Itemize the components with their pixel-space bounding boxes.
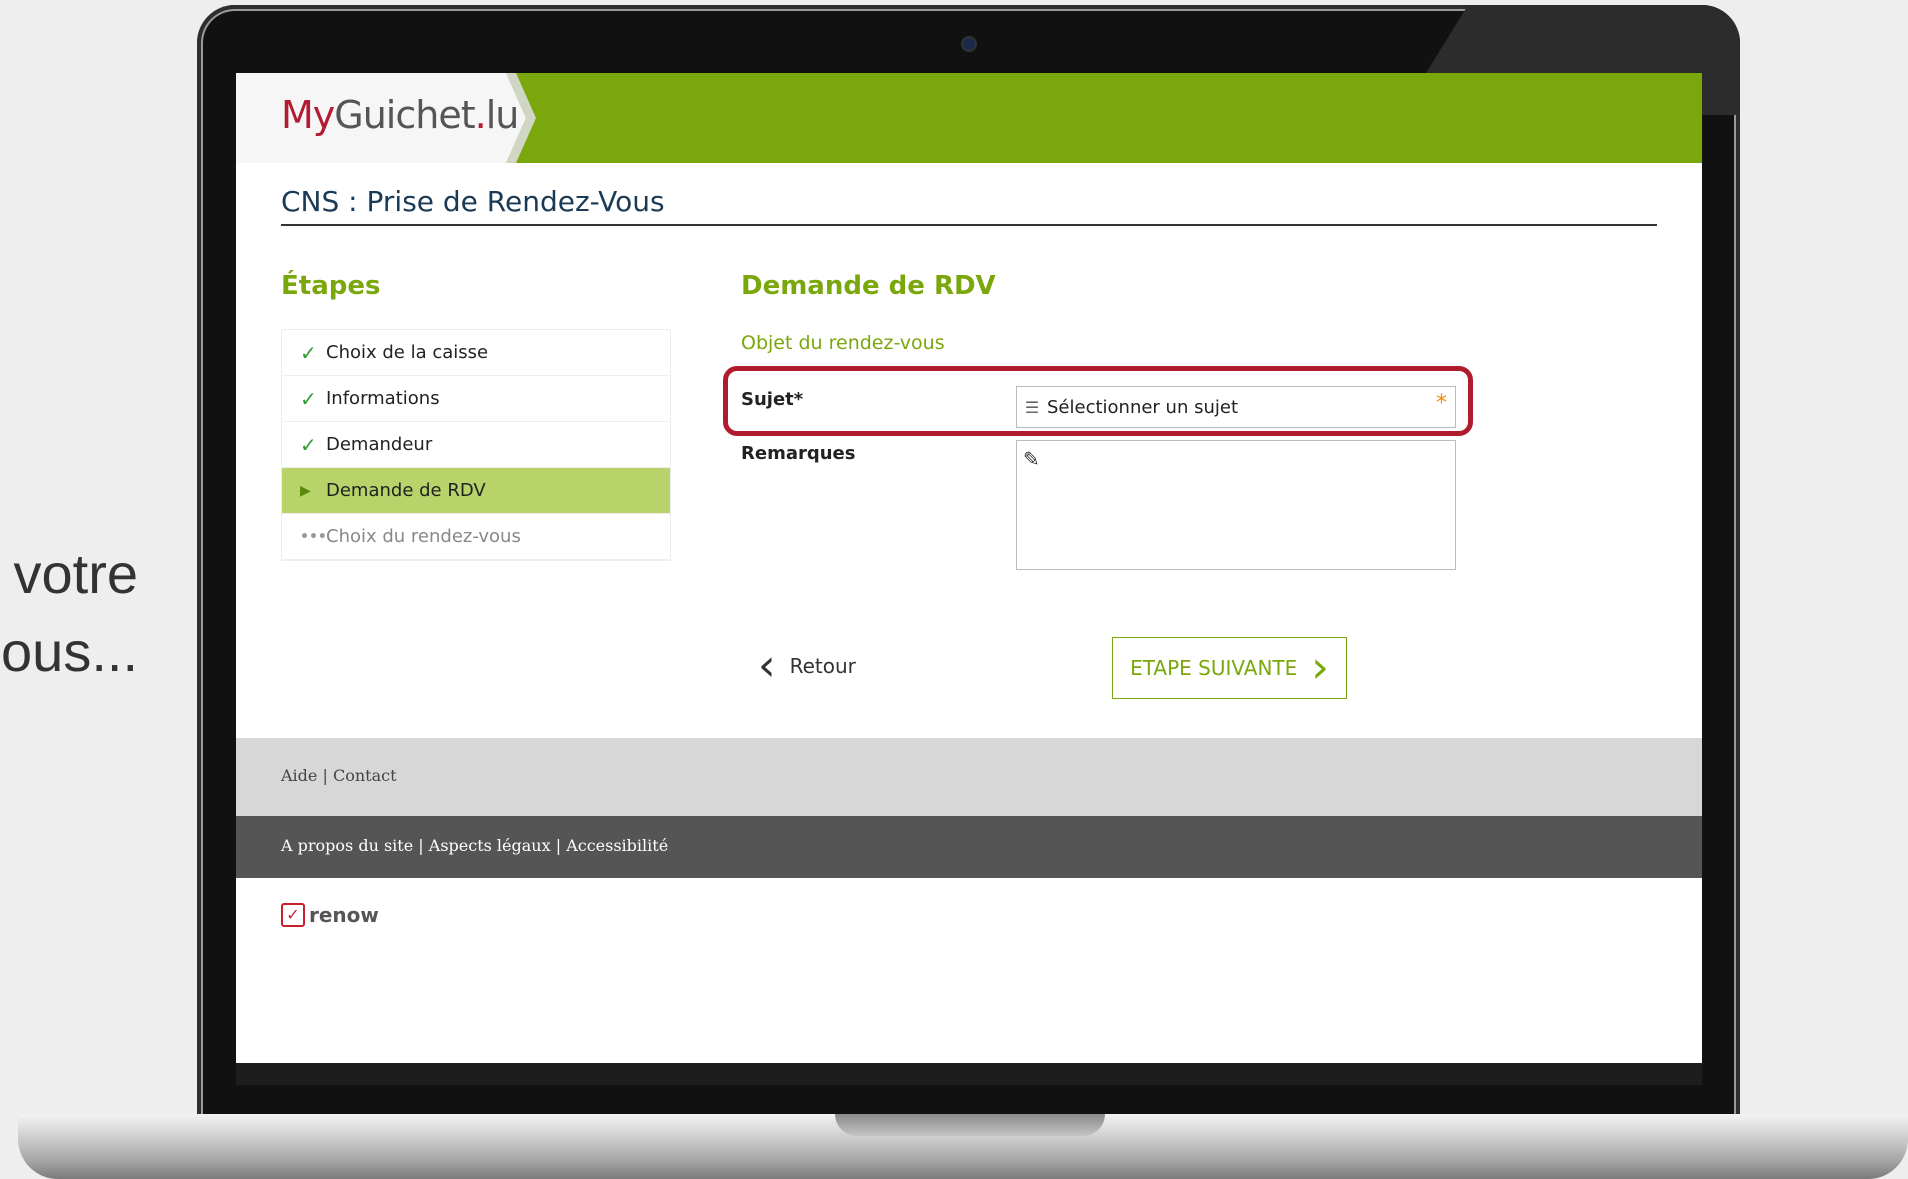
back-button[interactable]: ‹ Retour [758, 640, 856, 691]
step-label: Demande de RDV [326, 480, 486, 501]
step-label: Informations [326, 388, 440, 409]
step-choix-rendez-vous: ••• Choix du rendez-vous [282, 514, 670, 560]
footer-link-aide[interactable]: Aide [281, 766, 317, 785]
laptop-screen: MyGuichet.lu CNS : Prise de Rendez-Vous … [236, 73, 1702, 1063]
footer-link-contact[interactable]: Contact [333, 766, 397, 785]
renow-logo[interactable]: ✓ renow [281, 903, 379, 927]
remarks-label: Remarques [741, 443, 856, 464]
check-icon: ✓ [300, 432, 317, 457]
side-caption-line-1: votre [13, 542, 139, 605]
site-logo[interactable]: MyGuichet.lu [281, 93, 520, 137]
laptop-notch [835, 1114, 1105, 1136]
subject-highlight-frame [723, 366, 1473, 436]
steps-list: ✓ Choix de la caisse ✓ Informations ✓ De… [281, 329, 671, 561]
camera-icon [963, 38, 975, 50]
footer-link-apropos[interactable]: A propos du site [281, 836, 413, 855]
logo-dot: . [474, 93, 487, 137]
footer-legal-links: A propos du site | Aspects légaux | Acce… [281, 836, 669, 855]
logo-guichet: Guichet [334, 93, 475, 137]
logo-box[interactable]: MyGuichet.lu [236, 73, 526, 163]
step-demande-rdv[interactable]: ▶ Demande de RDV [282, 468, 670, 514]
back-label: Retour [789, 654, 856, 678]
step-label: Choix du rendez-vous [326, 526, 521, 547]
form-title: Demande de RDV [741, 271, 996, 301]
checkbox-logo-icon: ✓ [281, 903, 305, 927]
step-informations[interactable]: ✓ Informations [282, 376, 670, 422]
side-caption-line-2: ous... [1, 620, 138, 683]
footer-legal-bar: A propos du site | Aspects légaux | Acce… [236, 816, 1702, 878]
steps-title: Étapes [281, 271, 381, 301]
remarks-textarea[interactable]: ✎ [1016, 440, 1456, 570]
footer-help-links: Aide | Contact [281, 766, 397, 785]
step-choix-caisse[interactable]: ✓ Choix de la caisse [282, 330, 670, 376]
chevron-right-icon: › [1311, 642, 1329, 693]
pencil-icon: ✎ [1023, 447, 1040, 471]
footer-link-legaux[interactable]: Aspects légaux [429, 836, 551, 855]
check-icon: ✓ [300, 386, 317, 411]
logo-lu: lu [485, 93, 520, 137]
ellipsis-icon: ••• [300, 528, 327, 545]
next-label: ETAPE SUIVANTE [1130, 656, 1298, 680]
logo-my: My [281, 93, 335, 137]
step-label: Demandeur [326, 434, 433, 455]
check-icon: ✓ [300, 340, 317, 365]
page-title: CNS : Prise de Rendez-Vous [281, 185, 665, 218]
footer-link-accessibilite[interactable]: Accessibilité [566, 836, 668, 855]
step-demandeur[interactable]: ✓ Demandeur [282, 422, 670, 468]
title-divider [281, 224, 1657, 226]
side-caption: votre ous... [0, 535, 200, 691]
chevron-left-icon: ‹ [758, 640, 776, 691]
form-subtitle: Objet du rendez-vous [741, 332, 945, 354]
next-step-button[interactable]: ETAPE SUIVANTE › [1112, 637, 1347, 699]
footer-help-bar: Aide | Contact [236, 738, 1702, 816]
renow-label: renow [309, 903, 379, 927]
screen-bezel-bottom [236, 1063, 1702, 1085]
triangle-right-icon: ▶ [300, 482, 311, 499]
step-label: Choix de la caisse [326, 342, 489, 363]
